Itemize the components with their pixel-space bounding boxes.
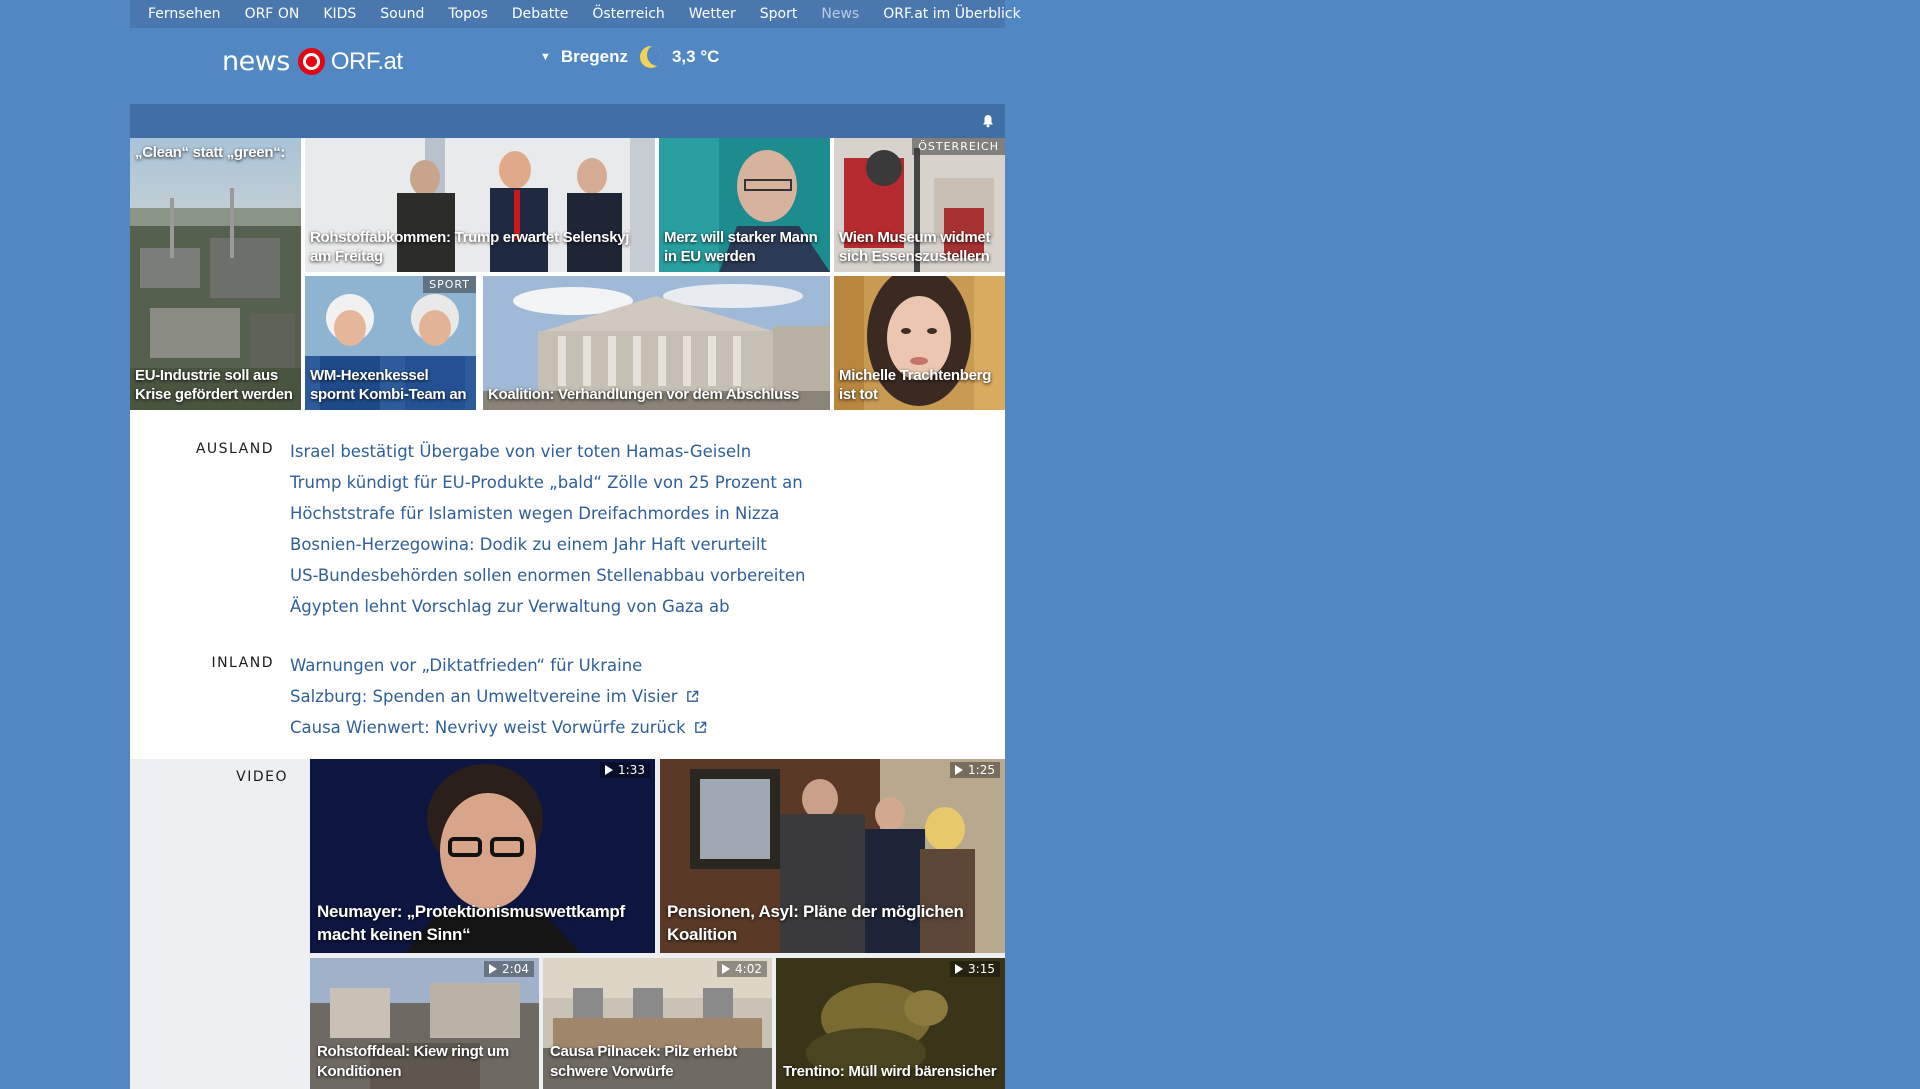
orf-network-bar: Fernsehen ORF ON KIDS Sound Topos Debatt… xyxy=(130,0,1021,28)
orfbar-item-topos[interactable]: Topos xyxy=(448,6,487,22)
video-caption: Neumayer: „Protektionismuswettkampf mach… xyxy=(317,902,625,944)
story-tile-trachtenberg[interactable]: Michelle Trachtenberg ist tot xyxy=(834,276,1005,410)
video-duration-text: 2:04 xyxy=(502,962,529,976)
video-tile-trentino[interactable]: 3:15 Trentino: Müll wird bärensicher xyxy=(776,958,1005,1089)
section-label-video: VIDEO xyxy=(236,769,288,785)
orfbar-item-wetter[interactable]: Wetter xyxy=(689,6,736,22)
orfbar-item-kids[interactable]: KIDS xyxy=(323,6,356,22)
section-inland: INLAND Warnungen vor „Diktatfrieden“ für… xyxy=(130,650,1005,743)
video-duration: 1:25 xyxy=(950,762,1000,778)
video-duration-text: 4:02 xyxy=(735,962,762,976)
orfbar-item-oesterreich[interactable]: Österreich xyxy=(592,6,664,22)
logo-orf-text: ORF.at xyxy=(330,47,403,75)
video-duration: 3:15 xyxy=(950,961,1000,977)
video-tile-rohstoffdeal[interactable]: 2:04 Rohstoffdeal: Kiew ringt um Konditi… xyxy=(310,958,539,1089)
video-duration-text: 1:33 xyxy=(618,763,645,777)
video-grid: 1:33 Neumayer: „Protektionismuswettkampf… xyxy=(310,759,1005,1089)
play-icon xyxy=(955,964,964,974)
category-tag: SPORT xyxy=(423,276,476,293)
story-tile-caption: Michelle Trachtenberg ist tot xyxy=(839,367,992,403)
headline-link[interactable]: Warnungen vor „Diktatfrieden“ für Ukrain… xyxy=(290,650,1005,681)
weather-city[interactable]: Bregenz xyxy=(561,47,628,67)
story-tile-koalition[interactable]: Koalition: Verhandlungen vor dem Abschlu… xyxy=(483,276,830,410)
video-tile-pilnacek[interactable]: 4:02 Causa Pilnacek: Pilz erhebt schwere… xyxy=(543,958,772,1089)
orfbar-item-sport[interactable]: Sport xyxy=(760,6,798,22)
orfbar-overview-link[interactable]: ORF.at im Überblick xyxy=(883,6,1020,22)
video-duration: 1:33 xyxy=(600,762,650,778)
site-header: news ORF.at ▼ Bregenz 3,3 °C xyxy=(130,28,1005,104)
weather-widget: ▼ Bregenz 3,3 °C xyxy=(540,46,719,68)
story-tile-wien-museum[interactable]: ÖSTERREICH Wien Museum widmet sich Essen… xyxy=(834,138,1005,272)
story-tile-caption: WM-Hexenkessel spornt Kombi-Team an xyxy=(310,367,467,403)
play-icon xyxy=(722,964,731,974)
play-icon xyxy=(489,964,498,974)
story-tile-merz[interactable]: Merz will starker Mann in EU werden xyxy=(659,138,830,272)
external-link-icon xyxy=(686,690,698,702)
video-caption: Rohstoffdeal: Kiew ringt um Konditionen xyxy=(317,1043,509,1080)
story-tile-eu-industrie[interactable]: „Clean“ statt „green“: EU-Industrie soll… xyxy=(130,138,301,410)
bell-icon[interactable] xyxy=(981,114,995,128)
moon-icon xyxy=(639,46,662,68)
story-tile-caption: Merz will starker Mann in EU werden xyxy=(664,229,818,265)
video-section: VIDEO 1:33 Neumayer: „Protektionismuswet… xyxy=(130,759,1005,1089)
orfbar-item-news[interactable]: News xyxy=(821,6,859,22)
headline-link[interactable]: Causa Wienwert: Nevrivy weist Vorwürfe z… xyxy=(290,712,686,743)
story-tile-caption: Rohstoffabkommen: Trump erwartet Selensk… xyxy=(310,229,630,265)
external-link-icon xyxy=(694,721,706,733)
story-tile-caption: Koalition: Verhandlungen vor dem Abschlu… xyxy=(488,386,800,403)
section-label-ausland: AUSLAND xyxy=(195,441,274,457)
video-tile-pensionen[interactable]: 1:25 Pensionen, Asyl: Pläne der mögliche… xyxy=(660,759,1005,953)
top-stories-grid: „Clean“ statt „green“: EU-Industrie soll… xyxy=(130,138,1005,410)
headline-row-external: Salzburg: Spenden an Umweltvereine im Vi… xyxy=(290,681,1005,712)
headline-list-inland: Warnungen vor „Diktatfrieden“ für Ukrain… xyxy=(290,650,1005,743)
headline-link[interactable]: Israel bestätigt Übergabe von vier toten… xyxy=(290,436,1005,467)
play-icon xyxy=(955,765,964,775)
logo-news-text: news xyxy=(222,46,290,77)
page: Fernsehen ORF ON KIDS Sound Topos Debatt… xyxy=(130,0,1021,1089)
story-tile-caption-top: „Clean“ statt „green“: xyxy=(135,144,286,161)
site-logo[interactable]: news ORF.at xyxy=(222,46,403,77)
headline-link[interactable]: Höchststrafe für Islamisten wegen Dreifa… xyxy=(290,498,1005,529)
headline-list-ausland: Israel bestätigt Übergabe von vier toten… xyxy=(290,436,1005,622)
story-tile-wm-hexenkessel[interactable]: SPORT WM-Hexenkessel spornt Kombi-Team a… xyxy=(305,276,476,410)
video-tile-neumayer[interactable]: 1:33 Neumayer: „Protektionismuswettkampf… xyxy=(310,759,655,953)
headlines-area: AUSLAND Israel bestätigt Übergabe von vi… xyxy=(130,410,1005,759)
category-tag: ÖSTERREICH xyxy=(912,138,1005,155)
headline-link[interactable]: Salzburg: Spenden an Umweltvereine im Vi… xyxy=(290,681,678,712)
video-duration: 2:04 xyxy=(484,961,534,977)
orfbar-item-debatte[interactable]: Debatte xyxy=(512,6,568,22)
orfbar-item-fernsehen[interactable]: Fernsehen xyxy=(148,6,221,22)
video-caption: Trentino: Müll wird bärensicher xyxy=(783,1063,997,1080)
story-tile-caption: EU-Industrie soll aus Krise gefördert we… xyxy=(135,367,293,403)
headline-link[interactable]: Bosnien-Herzegowina: Dodik zu einem Jahr… xyxy=(290,529,1005,560)
video-duration-text: 3:15 xyxy=(968,962,995,976)
video-caption: Causa Pilnacek: Pilz erhebt schwere Vorw… xyxy=(550,1043,737,1080)
weather-temperature: 3,3 °C xyxy=(671,47,720,66)
headline-row-external: Causa Wienwert: Nevrivy weist Vorwürfe z… xyxy=(290,712,1005,743)
headline-link[interactable]: US-Bundesbehörden sollen enormen Stellen… xyxy=(290,560,1005,591)
video-duration-text: 1:25 xyxy=(968,763,995,777)
video-duration: 4:02 xyxy=(717,961,767,977)
location-dropdown-icon[interactable]: ▼ xyxy=(540,51,551,63)
section-label-inland: INLAND xyxy=(211,655,274,671)
nav-strip xyxy=(130,104,1005,138)
orfbar-item-orf-on[interactable]: ORF ON xyxy=(245,6,300,22)
headline-link[interactable]: Trump kündigt für EU-Produkte „bald“ Zöl… xyxy=(290,467,1005,498)
section-ausland: AUSLAND Israel bestätigt Übergabe von vi… xyxy=(130,436,1005,622)
orfbar-item-sound[interactable]: Sound xyxy=(380,6,424,22)
story-tile-caption: Wien Museum widmet sich Essenszustellern xyxy=(839,229,991,265)
orf-eye-icon xyxy=(297,48,325,75)
play-icon xyxy=(605,765,614,775)
video-caption: Pensionen, Asyl: Pläne der möglichen Koa… xyxy=(667,902,964,944)
headline-link[interactable]: Ägypten lehnt Vorschlag zur Verwaltung v… xyxy=(290,591,1005,622)
story-tile-rohstoffabkommen[interactable]: Rohstoffabkommen: Trump erwartet Selensk… xyxy=(305,138,655,272)
